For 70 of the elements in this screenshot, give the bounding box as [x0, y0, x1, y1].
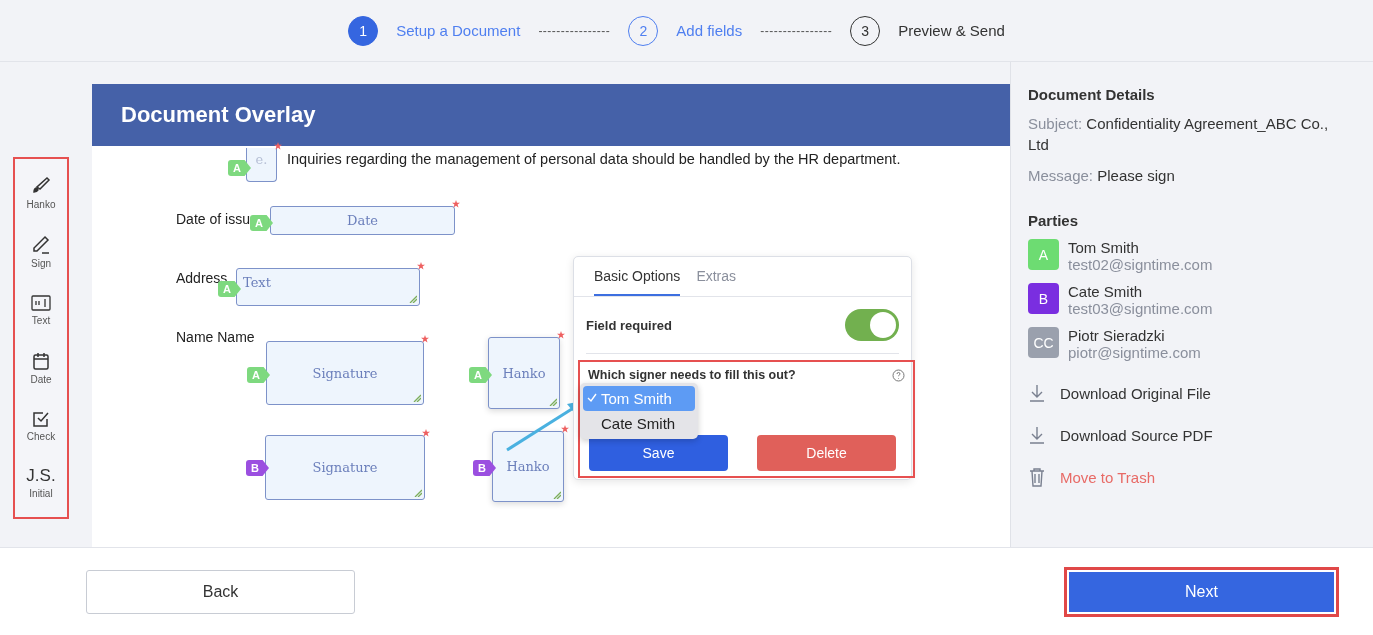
- action-link[interactable]: Download Source PDF: [1028, 425, 1333, 445]
- action-link[interactable]: Move to Trash: [1028, 467, 1333, 487]
- resize-handle-icon[interactable]: [414, 489, 422, 497]
- step-label[interactable]: Preview & Send: [898, 22, 1005, 39]
- back-button[interactable]: Back: [86, 569, 355, 614]
- save-button[interactable]: Save: [589, 435, 728, 471]
- field-label: Date of issu: [176, 211, 250, 227]
- toolbar-item[interactable]: Date: [30, 350, 52, 385]
- subject-text: Subject: Confidentiality Agreement_ABC Co., Ltd: [1028, 114, 1330, 155]
- form-field[interactable]: Signature: [265, 435, 425, 500]
- option-label: Field required: [586, 317, 672, 333]
- form-field[interactable]: Hanko: [492, 431, 564, 502]
- document-text: Inquiries regarding the management of personal data should be handled by the HR department.: [287, 151, 901, 167]
- party-email: test02@signtime.com: [1068, 256, 1213, 273]
- party-name: Piotr Sieradzki: [1068, 327, 1166, 344]
- pen-icon: [30, 234, 52, 256]
- check-icon: [587, 393, 597, 403]
- step-number: 1: [348, 15, 379, 46]
- resize-handle-icon[interactable]: [549, 398, 557, 406]
- section-title: Parties: [1028, 212, 1080, 229]
- initials-icon: J.S.: [26, 466, 56, 486]
- form-field[interactable]: Text: [236, 268, 420, 306]
- required-toggle[interactable]: [845, 309, 899, 341]
- toolbar-item[interactable]: Hanko: [26, 175, 56, 210]
- toolbar-label: Check: [26, 431, 56, 442]
- toolbar-label: Date: [30, 374, 52, 385]
- next-button[interactable]: Next: [1069, 571, 1334, 612]
- help-icon[interactable]: [892, 368, 905, 382]
- toolbar-item[interactable]: Sign: [30, 234, 52, 269]
- form-field[interactable]: Signature: [266, 341, 424, 405]
- form-field[interactable]: Hanko: [488, 337, 560, 409]
- signer-option[interactable]: Cate Smith: [583, 411, 695, 436]
- toolbar-item[interactable]: Check: [26, 409, 56, 442]
- step-separator: ----------------: [760, 23, 833, 38]
- step-label[interactable]: Add fields: [676, 22, 743, 39]
- download-icon: [1028, 383, 1046, 403]
- party-badge: A: [1028, 239, 1059, 270]
- party-badge: B: [1028, 283, 1059, 314]
- step-label[interactable]: Setup a Document: [396, 22, 521, 39]
- toolbar-item[interactable]: J.S. Initial: [26, 466, 56, 499]
- toolbar-item[interactable]: Text: [30, 293, 52, 326]
- resize-handle-icon[interactable]: [409, 295, 417, 303]
- calendar-icon: [31, 350, 51, 372]
- options-tab[interactable]: Basic Options: [594, 257, 681, 296]
- document-title: Document Overlay: [121, 102, 316, 128]
- signer-option[interactable]: Tom Smith: [583, 386, 695, 411]
- message-text: Message: Please sign: [1028, 166, 1176, 186]
- download-icon: [1028, 425, 1046, 445]
- options-tab[interactable]: Extras: [696, 257, 737, 296]
- party-badge: CC: [1028, 327, 1059, 358]
- toolbar-label: Text: [31, 315, 51, 326]
- action-link[interactable]: Download Original File: [1028, 383, 1333, 403]
- party-email: piotr@signtime.com: [1068, 344, 1201, 361]
- party-name: Cate Smith: [1068, 283, 1144, 300]
- checkbox-icon: [31, 409, 51, 429]
- step-separator: ----------------: [538, 23, 611, 38]
- form-field[interactable]: Date: [270, 206, 455, 235]
- toolbar-label: Hanko: [26, 199, 56, 210]
- trash-icon: [1028, 467, 1046, 487]
- party-name: Tom Smith: [1068, 239, 1140, 256]
- resize-handle-icon[interactable]: [413, 394, 421, 402]
- toolbar-label: Initial: [29, 488, 53, 499]
- resize-handle-icon[interactable]: [553, 491, 561, 499]
- section-title: Document Details: [1028, 86, 1156, 103]
- option-label: Which signer needs to fill this out?: [588, 368, 796, 382]
- delete-button[interactable]: Delete: [757, 435, 896, 471]
- party-email: test03@signtime.com: [1068, 300, 1213, 317]
- toolbar-label: Sign: [31, 258, 51, 269]
- field-label: Name Name: [176, 329, 255, 345]
- text-field-icon: [30, 293, 52, 313]
